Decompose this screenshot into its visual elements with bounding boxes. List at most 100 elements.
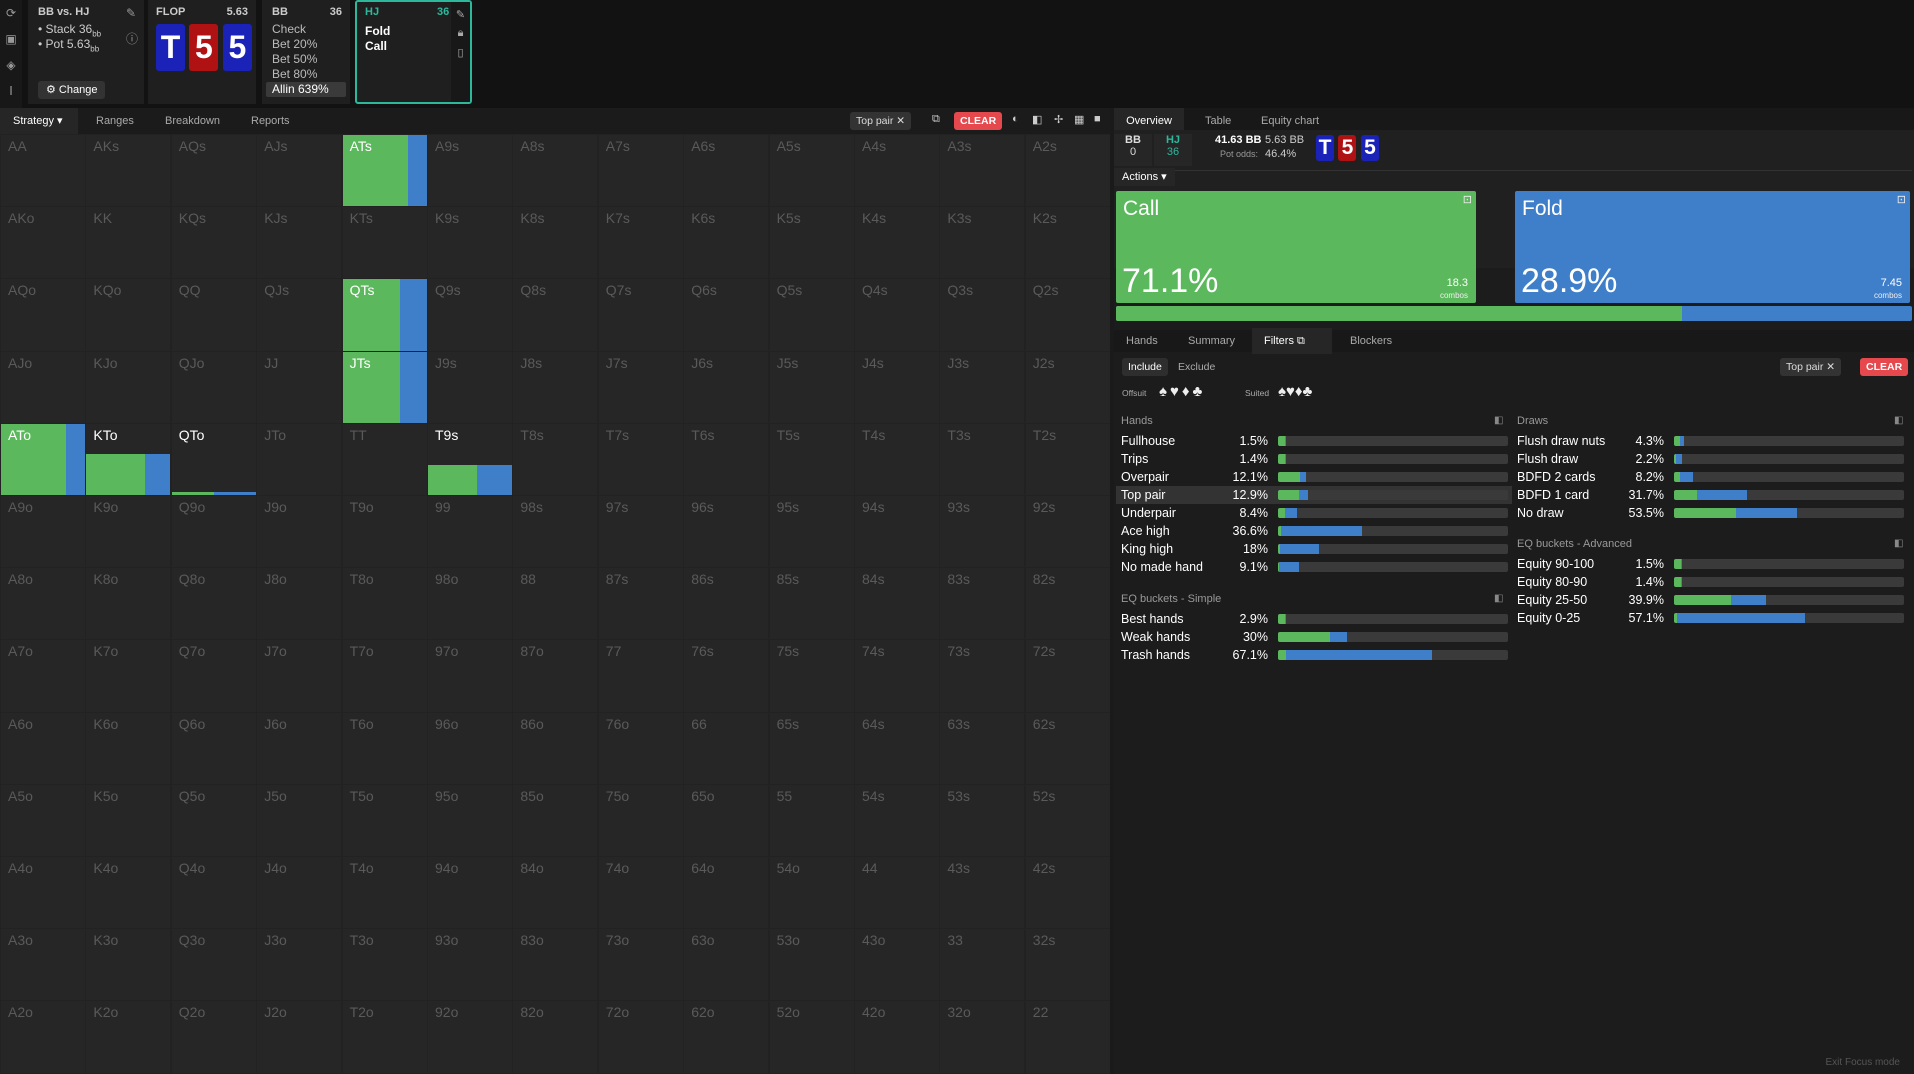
- filter-row[interactable]: Overpair 12.1%: [1116, 468, 1512, 486]
- hand-cell[interactable]: KQo: [86, 279, 171, 351]
- hand-cell[interactable]: 92o: [428, 1001, 512, 1073]
- hand-cell[interactable]: T8o: [342, 568, 427, 640]
- hand-cell[interactable]: T9o: [342, 496, 427, 568]
- hand-cell[interactable]: T5o: [342, 784, 427, 856]
- hand-cell[interactable]: QTs: [342, 279, 427, 351]
- filter-row[interactable]: Trash hands 67.1%: [1116, 646, 1512, 664]
- hand-cell[interactable]: QQ: [171, 279, 256, 351]
- hand-cell[interactable]: J5o: [257, 784, 342, 856]
- expand-icon[interactable]: ⊡: [1463, 193, 1472, 206]
- hand-cell[interactable]: 43o: [855, 929, 939, 1001]
- hand-cell[interactable]: 88: [513, 568, 598, 640]
- filter-row[interactable]: King high 18%: [1116, 540, 1512, 558]
- edit-icon[interactable]: ✎: [126, 6, 136, 20]
- hand-cell[interactable]: A5o: [1, 784, 85, 856]
- hand-cell[interactable]: 63o: [684, 929, 769, 1001]
- hand-cell[interactable]: Q9s: [428, 279, 512, 351]
- hand-cell[interactable]: Q2s: [1025, 279, 1110, 351]
- hand-cell[interactable]: J8o: [257, 568, 342, 640]
- action-call[interactable]: Call: [365, 39, 387, 53]
- hand-cell[interactable]: KJs: [257, 207, 342, 279]
- hand-cell[interactable]: Q7s: [598, 279, 683, 351]
- hand-cell[interactable]: Q3o: [171, 929, 256, 1001]
- hand-cell[interactable]: 98o: [428, 568, 512, 640]
- hand-cell[interactable]: Q6s: [684, 279, 769, 351]
- tab-hands[interactable]: Hands: [1126, 328, 1158, 354]
- hand-cell[interactable]: T3o: [342, 929, 427, 1001]
- hand-cell[interactable]: KJo: [86, 351, 171, 423]
- hand-cell[interactable]: J7s: [598, 351, 683, 423]
- hand-cell[interactable]: J2s: [1025, 351, 1110, 423]
- fold-action-card[interactable]: Fold ⊡ 28.9% 7.45 combos: [1515, 191, 1910, 303]
- hand-cell[interactable]: Q4s: [855, 279, 939, 351]
- hand-cell[interactable]: T9s: [428, 423, 512, 495]
- filter-row[interactable]: No made hand 9.1%: [1116, 558, 1512, 576]
- hand-cell[interactable]: Q4o: [171, 857, 256, 929]
- hand-cell[interactable]: AJs: [257, 135, 342, 207]
- change-button[interactable]: ⚙ Change: [38, 81, 106, 99]
- book-icon[interactable]: ▯: [451, 46, 470, 59]
- hand-cell[interactable]: 92s: [1025, 496, 1110, 568]
- action-bet-20[interactable]: Bet 20%: [262, 37, 350, 52]
- hand-cell[interactable]: QJo: [171, 351, 256, 423]
- close-icon[interactable]: ✕: [1826, 361, 1835, 373]
- hand-cell[interactable]: 62s: [1025, 712, 1110, 784]
- hand-cell[interactable]: 52s: [1025, 784, 1110, 856]
- hand-cell[interactable]: K7s: [598, 207, 683, 279]
- hand-cell[interactable]: 94o: [428, 857, 512, 929]
- hand-cell[interactable]: T5s: [769, 423, 854, 495]
- hand-cell[interactable]: A8o: [1, 568, 85, 640]
- hand-cell[interactable]: KK: [86, 207, 171, 279]
- hand-cell[interactable]: 98s: [513, 496, 598, 568]
- lock-icon[interactable]: 🔒︎: [451, 27, 470, 40]
- hand-cell[interactable]: 74s: [855, 640, 939, 712]
- hand-cell[interactable]: K8s: [513, 207, 598, 279]
- hand-cell[interactable]: K8o: [86, 568, 171, 640]
- hand-cell[interactable]: K4o: [86, 857, 171, 929]
- hand-cell[interactable]: 84s: [855, 568, 939, 640]
- hand-cell[interactable]: JTs: [342, 351, 427, 423]
- hand-cell[interactable]: JTo: [257, 423, 342, 495]
- close-icon[interactable]: ✕: [896, 115, 905, 127]
- clear-button[interactable]: CLEAR: [1860, 358, 1909, 376]
- hand-cell[interactable]: 75s: [769, 640, 854, 712]
- hand-cell[interactable]: Q6o: [171, 712, 256, 784]
- filter-row[interactable]: Equity 0-25 57.1%: [1512, 609, 1908, 627]
- suited-hearts-icon[interactable]: ♥: [1286, 383, 1295, 400]
- hand-cell[interactable]: 43s: [940, 857, 1025, 929]
- hand-cell[interactable]: T7s: [598, 423, 683, 495]
- filter-row[interactable]: BDFD 2 cards 8.2%: [1512, 468, 1908, 486]
- hand-cell[interactable]: 95o: [428, 784, 512, 856]
- hand-cell[interactable]: J6o: [257, 712, 342, 784]
- tab-summary[interactable]: Summary: [1188, 328, 1235, 354]
- hand-cell[interactable]: AQo: [1, 279, 85, 351]
- hand-cell[interactable]: 33: [940, 929, 1025, 1001]
- filter-chip[interactable]: Top pair ✕: [1780, 358, 1842, 376]
- hand-cell[interactable]: 65o: [684, 784, 769, 856]
- hand-cell[interactable]: K4s: [855, 207, 939, 279]
- hand-cell[interactable]: KTo: [86, 423, 171, 495]
- hand-cell[interactable]: J4s: [855, 351, 939, 423]
- filter-row[interactable]: No draw 53.5%: [1512, 504, 1908, 522]
- collapse-icon[interactable]: ◧: [1894, 538, 1903, 549]
- refresh-icon[interactable]: ⟳: [0, 0, 22, 26]
- hand-cell[interactable]: 77: [598, 640, 683, 712]
- hand-cell[interactable]: 52o: [769, 1001, 854, 1073]
- hand-cell[interactable]: 86s: [684, 568, 769, 640]
- heart-icon[interactable]: ♥: [1170, 383, 1182, 400]
- hand-cell[interactable]: ATo: [1, 423, 85, 495]
- hand-cell[interactable]: 42o: [855, 1001, 939, 1073]
- hand-cell[interactable]: Q3s: [940, 279, 1025, 351]
- action-fold[interactable]: Fold: [365, 24, 390, 39]
- hand-cell[interactable]: 55: [769, 784, 854, 856]
- hand-cell[interactable]: QTo: [171, 423, 256, 495]
- hand-cell[interactable]: J3o: [257, 929, 342, 1001]
- filter-row[interactable]: Fullhouse 1.5%: [1116, 432, 1512, 450]
- hand-cell[interactable]: 72o: [598, 1001, 683, 1073]
- hand-cell[interactable]: J5s: [769, 351, 854, 423]
- hand-cell[interactable]: 87s: [598, 568, 683, 640]
- hand-cell[interactable]: QJs: [257, 279, 342, 351]
- hand-cell[interactable]: 76o: [598, 712, 683, 784]
- hand-cell[interactable]: J4o: [257, 857, 342, 929]
- hand-cell[interactable]: 42s: [1025, 857, 1110, 929]
